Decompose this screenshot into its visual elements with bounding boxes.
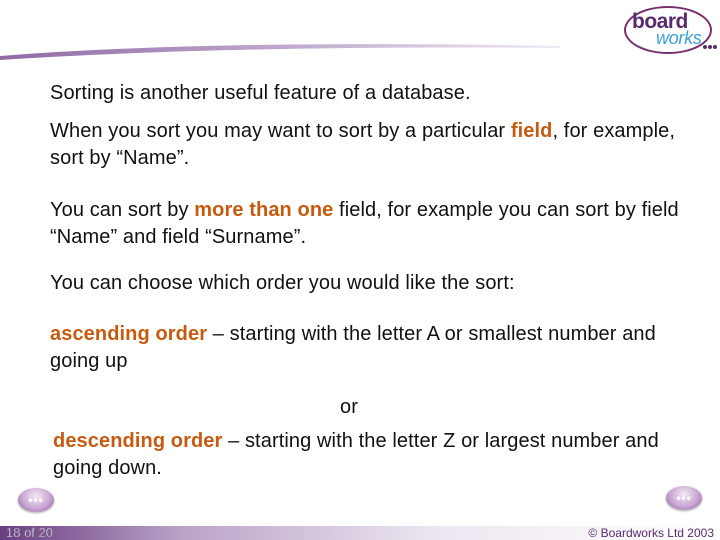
multi-field-text-pre: You can sort by (50, 199, 195, 221)
intro-text: Sorting is another useful feature of a d… (50, 82, 471, 104)
page-number: 18 of 20 (6, 525, 54, 540)
boardworks-logo: board works (622, 4, 718, 58)
or-text: or (340, 394, 400, 421)
descending-paragraph: descending order – starting with the let… (53, 428, 703, 482)
previous-slide-button[interactable]: ••• (18, 488, 54, 512)
intro-paragraph: Sorting is another useful feature of a d… (50, 80, 700, 107)
or-label: or (340, 396, 358, 418)
ascending-paragraph: ascending order – starting with the lett… (50, 321, 700, 375)
ellipsis-icon: ••• (28, 493, 44, 507)
order-paragraph: You can choose which order you would lik… (50, 270, 700, 297)
field-text-pre: When you sort you may want to sort by a … (50, 120, 511, 142)
field-keyword: field (510, 120, 553, 142)
ellipsis-icon: ••• (676, 491, 692, 505)
field-paragraph: When you sort you may want to sort by a … (50, 118, 700, 172)
logo-dots-icon (703, 45, 717, 49)
descending-keyword: descending order (53, 430, 223, 452)
multi-field-paragraph: You can sort by more than one field, for… (50, 197, 700, 251)
logo-word-works: works (656, 28, 702, 48)
copyright-text: © Boardworks Ltd 2003 (588, 526, 714, 540)
multi-field-keyword: more than one (194, 199, 334, 221)
next-slide-button[interactable]: ••• (666, 486, 702, 510)
ascending-keyword: ascending order (50, 323, 208, 345)
header-swoosh (0, 44, 560, 60)
order-text: You can choose which order you would lik… (50, 272, 515, 294)
